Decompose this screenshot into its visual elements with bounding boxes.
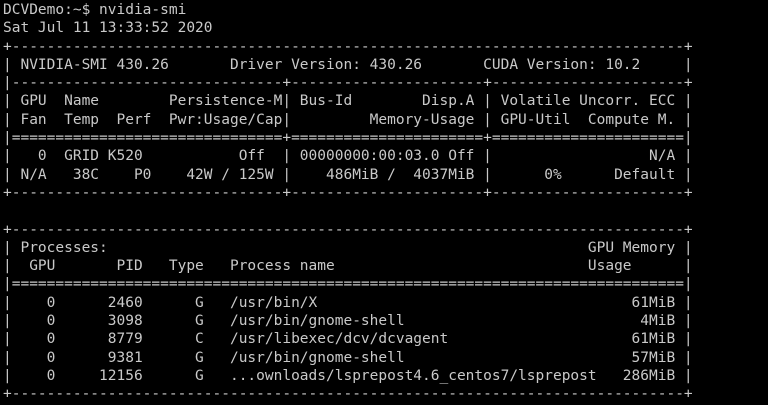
terminal-window[interactable]: DCVDemo:~$ nvidia-smi Sat Jul 11 13:33:5… bbox=[0, 0, 768, 405]
process-table-row: | 0 3098 G /usr/bin/gnome-shell 4MiB | bbox=[3, 313, 693, 330]
process-table-row: | 0 2460 G /usr/bin/X 61MiB | bbox=[3, 294, 693, 311]
process-table: +---------------------------------------… bbox=[3, 221, 768, 404]
gpu-table-data-row-1: | 0 GRID K520 Off | 00000000:00:03.0 Off… bbox=[3, 148, 693, 165]
process-table-header-separator: |=======================================… bbox=[3, 276, 693, 293]
process-table-header-row-2: | GPU PID Type Process name Usage | bbox=[3, 258, 693, 275]
process-table-border-bottom: +---------------------------------------… bbox=[3, 386, 693, 403]
gpu-table-header-row-1: | GPU Name Persistence-M| Bus-Id Disp.A … bbox=[3, 93, 693, 110]
gpu-table-header-separator: |===============================+=======… bbox=[3, 130, 693, 147]
process-table-row: | 0 9381 G /usr/bin/gnome-shell 57MiB | bbox=[3, 349, 693, 366]
process-table-header-row-1: | Processes: GPU Memory | bbox=[3, 239, 693, 256]
timestamp-line: Sat Jul 11 13:33:52 2020 bbox=[3, 20, 213, 37]
gpu-table-version-row: | NVIDIA-SMI 430.26 Driver Version: 430.… bbox=[3, 56, 693, 73]
gpu-table-border-bottom: +-------------------------------+-------… bbox=[3, 184, 693, 201]
gpu-table-header-row-2: | Fan Temp Perf Pwr:Usage/Cap| Memory-Us… bbox=[3, 111, 693, 128]
process-table-border-top: +---------------------------------------… bbox=[3, 221, 693, 238]
gpu-table-border-top: +---------------------------------------… bbox=[3, 38, 693, 55]
command-prompt-line: DCVDemo:~$ nvidia-smi bbox=[3, 2, 187, 18]
gpu-table-data-row-2: | N/A 38C P0 42W / 125W | 486MiB / 4037M… bbox=[3, 166, 693, 183]
gpu-info-table: +---------------------------------------… bbox=[3, 38, 768, 203]
process-table-row: | 0 12156 G ...ownloads/lsprepost4.6_cen… bbox=[3, 367, 693, 384]
gpu-table-divider: |-------------------------------+-------… bbox=[3, 75, 693, 92]
process-table-row: | 0 8779 C /usr/libexec/dcv/dcvagent 61M… bbox=[3, 331, 693, 348]
